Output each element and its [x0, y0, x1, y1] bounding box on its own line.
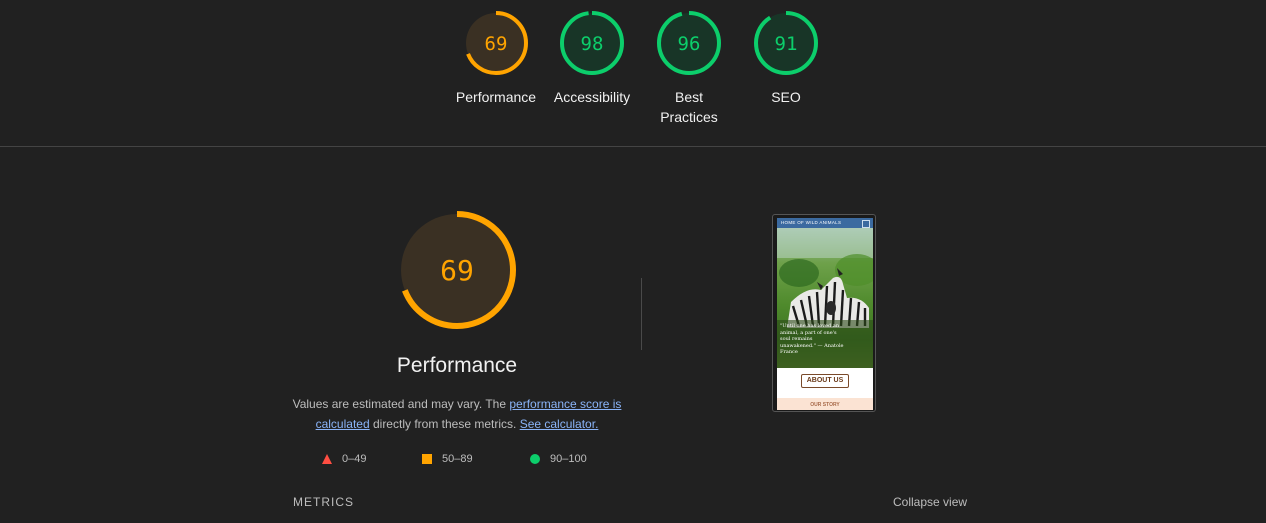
site-title: HOME OF WILD ANIMALS	[781, 220, 842, 225]
gauge-ring: 98	[560, 11, 624, 75]
gauge-label: Accessibility	[553, 89, 631, 105]
final-screenshot-thumbnail[interactable]: HOME OF WILD ANIMALS "Until one has love…	[772, 214, 876, 412]
gauge-score: 98	[581, 33, 604, 55]
gauge-performance[interactable]: 69 Performance	[446, 10, 546, 107]
gauge-ring: 69	[464, 11, 528, 75]
performance-score: 69	[440, 254, 474, 287]
gauge-ring: 91	[754, 11, 818, 75]
gauge-label: Best Practices	[660, 89, 718, 125]
menu-icon	[862, 220, 870, 228]
about-us-button: ABOUT US	[801, 374, 849, 388]
circle-icon	[530, 454, 540, 464]
site-header: HOME OF WILD ANIMALS	[777, 218, 873, 228]
gauge-label: SEO	[771, 89, 801, 105]
square-icon	[422, 454, 432, 464]
category-gauges: 69 Performance 98 Accessibility 96 Best …	[0, 0, 1266, 147]
see-calculator-link[interactable]: See calculator.	[520, 417, 599, 431]
gauge-score: 96	[678, 33, 701, 55]
vertical-divider	[641, 278, 642, 350]
hero-quote: "Until one has loved an animal, a part o…	[780, 323, 844, 355]
gauge-accessibility[interactable]: 98 Accessibility	[542, 10, 642, 107]
legend-range: 0–49	[342, 453, 367, 465]
legend-range: 90–100	[550, 453, 587, 465]
performance-gauge-large: 69	[397, 209, 517, 336]
desc-prefix: Values are estimated and may vary. The	[292, 397, 510, 411]
legend-range: 50–89	[442, 453, 473, 465]
gauge-score: 69	[485, 33, 508, 55]
gauge-label: Performance	[455, 89, 537, 105]
legend-average: 50–89	[422, 451, 473, 467]
our-story-section: OUR STORY	[777, 398, 873, 410]
performance-description: Values are estimated and may vary. The p…	[292, 394, 622, 434]
gauge-seo[interactable]: 91 SEO	[736, 10, 836, 107]
collapse-view-toggle[interactable]: Collapse view	[893, 495, 967, 509]
hero-image: "Until one has loved an animal, a part o…	[777, 228, 873, 368]
metrics-heading: METRICS	[293, 495, 354, 509]
page-screenshot: HOME OF WILD ANIMALS "Until one has love…	[777, 218, 873, 410]
triangle-icon	[322, 454, 332, 464]
legend-fail: 0–49	[322, 451, 366, 467]
legend-pass: 90–100	[530, 451, 587, 467]
performance-title: Performance	[396, 354, 518, 377]
gauge-best-practices[interactable]: 96 Best Practices	[639, 10, 739, 127]
gauge-score: 91	[775, 33, 798, 55]
gauge-ring: 96	[657, 11, 721, 75]
desc-middle: directly from these metrics.	[369, 417, 520, 431]
